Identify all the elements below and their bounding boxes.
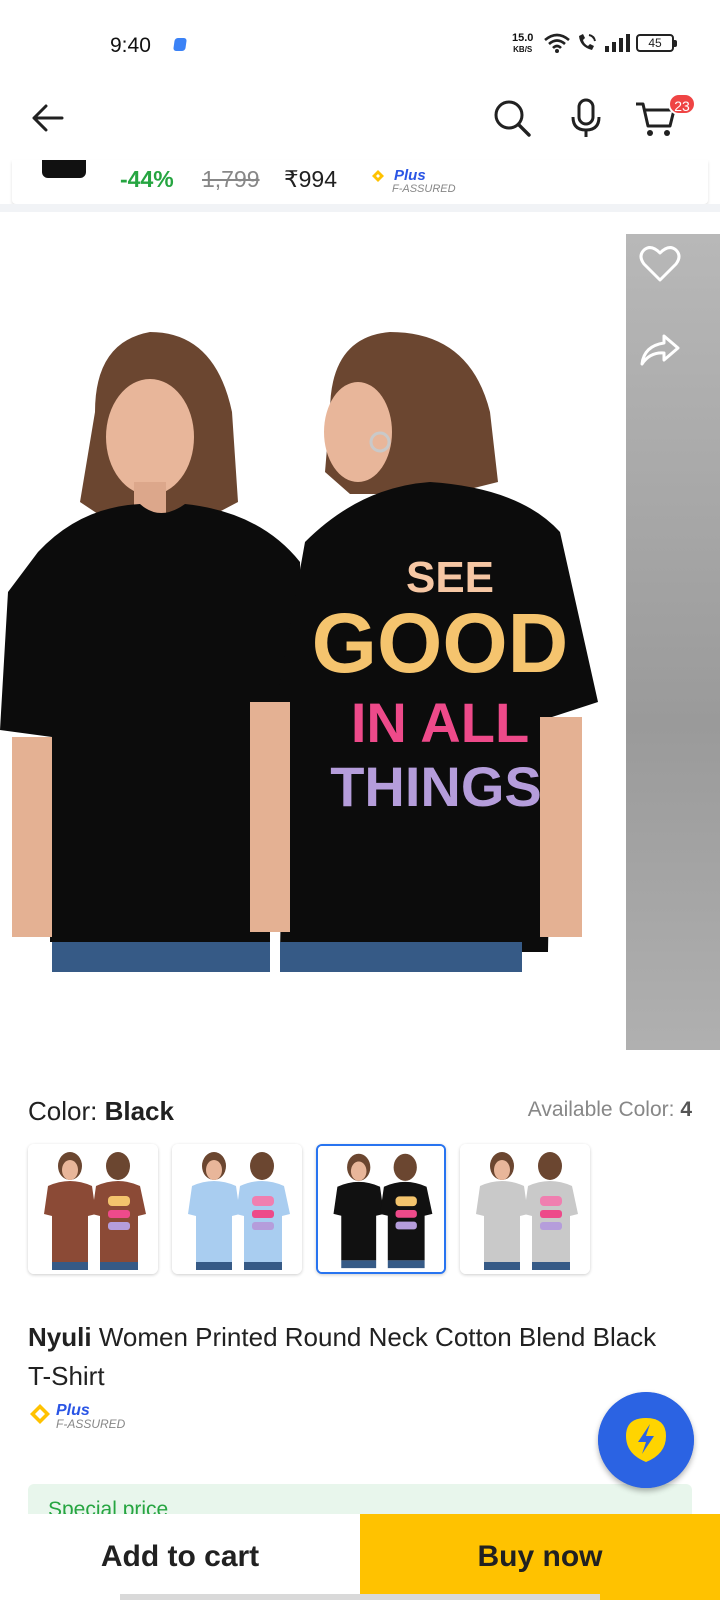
mini-mrp: 1,799 [202,166,260,192]
plus-assured-badge-title: Plus F-ASSURED [26,1400,136,1441]
add-to-cart-button[interactable]: Add to cart [0,1514,360,1600]
share-icon[interactable] [638,330,682,370]
available-colors-label: Available Color: [527,1098,675,1121]
sticky-price-strip[interactable]: -44% 1,799 ₹994 Plus F-ASSURED [12,160,708,204]
mini-price: ₹994 [284,166,338,192]
signal-icon [605,34,630,52]
app-bar [0,80,720,160]
plus-assured-badge: Plus F-ASSURED [364,164,464,203]
mic-icon[interactable] [566,96,606,140]
wifi-icon [544,33,570,53]
search-icon[interactable] [490,96,534,140]
mini-discount: -44% [120,166,174,192]
product-name: Women Printed Round Neck Cotton Blend Bl… [28,1322,657,1391]
product-main-image[interactable]: SEE GOOD IN ALL THINGS [0,232,612,1058]
status-bar: 9:40 15.0 KB/S 45 [0,0,720,80]
status-icons: 45 [544,33,677,53]
swatch-image [28,1144,158,1274]
color-swatch-sky-blue[interactable] [172,1144,302,1274]
color-selector-header: Color: Black Available Color: 4 [28,1096,692,1126]
selected-color: Black [104,1096,174,1126]
swatch-image [172,1144,302,1274]
swatch-image [460,1144,590,1274]
color-label-text: Color: [28,1096,98,1126]
section-divider [0,204,720,212]
app-notification-icon [173,38,187,51]
swatch-image [318,1146,444,1272]
print-line-4: THINGS [330,755,542,818]
brand-name: Nyuli [28,1322,92,1352]
plus-assured-icon: Plus F-ASSURED [30,1402,126,1431]
status-time: 9:40 [110,34,151,57]
print-line-3: IN ALL [351,691,529,754]
network-speed: 15.0 KB/S [512,33,533,55]
color-swatch-list [28,1144,590,1274]
available-colors-count: 4 [680,1098,692,1121]
color-swatch-black[interactable] [316,1144,446,1274]
print-line-2: GOOD [312,596,569,690]
product-title: Nyuli Women Printed Round Neck Cotton Bl… [28,1318,668,1396]
color-swatch-brown[interactable] [28,1144,158,1274]
network-speed-value: 15.0 [512,32,534,44]
buy-now-button[interactable]: Buy now [360,1514,720,1600]
bottom-action-bar: Add to cart Buy now [0,1514,720,1600]
wifi-calling-icon [579,34,596,50]
available-colors: Available Color: 4 [528,1098,692,1122]
heart-icon[interactable] [638,244,682,284]
battery-icon: 45 [636,34,677,52]
gesture-nav-bar[interactable] [120,1594,600,1600]
assured-text: F-ASSURED [392,183,456,195]
plus-assured-icon: Plus F-ASSURED [372,167,456,195]
back-arrow-icon[interactable] [28,98,68,138]
cart-count-badge: 23 [668,93,696,115]
print-line-1: SEE [406,553,494,602]
color-swatch-grey[interactable] [460,1144,590,1274]
product-image-gallery[interactable]: SEE GOOD IN ALL THINGS [0,212,720,1064]
mini-product-thumbnail [42,160,86,178]
network-speed-unit: KB/S [513,45,533,54]
assured-text: F-ASSURED [56,1417,126,1431]
plus-text: Plus [394,167,426,184]
flipkart-assistant-icon[interactable] [598,1392,694,1488]
color-label: Color: Black [28,1096,174,1127]
